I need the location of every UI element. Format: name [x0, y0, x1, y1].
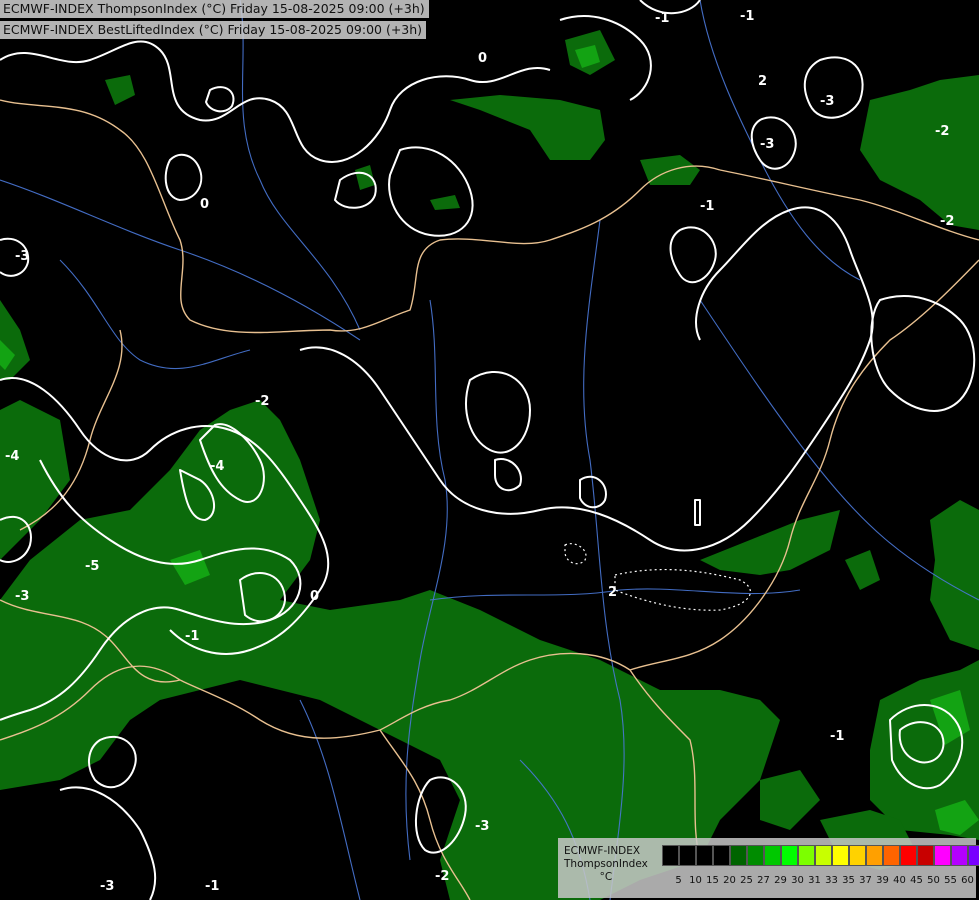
legend-tick-label: 50	[927, 875, 940, 886]
legend-tick-label: 45	[910, 875, 923, 886]
contour-label: -1	[700, 199, 714, 214]
legend-tick-label: 15	[706, 875, 719, 886]
contour-label: 2	[608, 585, 617, 600]
contour-label: -4	[5, 449, 19, 464]
contour-label: -3	[475, 819, 489, 834]
contour-label: -2	[255, 394, 269, 409]
legend-tick-label: 55	[944, 875, 957, 886]
legend-swatch	[883, 845, 900, 866]
legend-tick-label: 25	[740, 875, 753, 886]
legend-title: ECMWF-INDEX ThompsonIndex °C	[564, 845, 648, 884]
contour-label: -1	[740, 9, 754, 24]
legend-tick-label: 20	[723, 875, 736, 886]
contour-label: -3	[760, 137, 774, 152]
contour-label: -1	[185, 629, 199, 644]
legend-tick-label: 35	[842, 875, 855, 886]
contour-label: 2	[758, 74, 767, 89]
legend-swatch	[713, 845, 730, 866]
legend-tick-label: 10	[689, 875, 702, 886]
legend-tick-label: 5	[675, 875, 682, 886]
legend-tick-label: 31	[808, 875, 821, 886]
legend-swatch	[900, 845, 917, 866]
legend-swatch	[730, 845, 747, 866]
legend-tick-label: 29	[774, 875, 787, 886]
contour-label: -4	[210, 459, 224, 474]
contour-label: -1	[830, 729, 844, 744]
legend-tick-label: 39	[876, 875, 889, 886]
legend-swatch	[917, 845, 934, 866]
contour-label: 0	[200, 197, 209, 212]
contour-label: -2	[940, 214, 954, 229]
legend-title-line1: ECMWF-INDEX	[564, 845, 641, 857]
legend-tick-label: 30	[791, 875, 804, 886]
title-thompson-index: ECMWF-INDEX ThompsonIndex (°C) Friday 15…	[0, 0, 429, 18]
legend-swatches	[662, 845, 979, 866]
legend-swatch	[866, 845, 883, 866]
legend-swatch	[968, 845, 979, 866]
weather-map: -1 0 -3 -2 -4 -5 2 -1 0 -3 -2 -3 -1 -4 -…	[0, 0, 979, 900]
legend-swatch	[849, 845, 866, 866]
legend-tick-label: 27	[757, 875, 770, 886]
legend-swatch	[747, 845, 764, 866]
contour-label: -3	[15, 249, 29, 264]
legend-title-line2: ThompsonIndex	[564, 858, 648, 870]
contour-label: -1	[205, 879, 219, 894]
legend-swatch	[934, 845, 951, 866]
contour-label: -3	[100, 879, 114, 894]
map-viewer: -1 0 -3 -2 -4 -5 2 -1 0 -3 -2 -3 -1 -4 -…	[0, 0, 979, 900]
contour-label: -1	[655, 11, 669, 26]
legend-swatch	[798, 845, 815, 866]
legend-unit: °C	[599, 871, 613, 883]
legend-swatch	[662, 845, 679, 866]
legend-ticks: 5 10 15 20 25 27 29 30 31 33 35 37 39 40 45 50 55 60	[662, 875, 976, 886]
contour-label: 0	[478, 51, 487, 66]
title-best-lifted-index: ECMWF-INDEX BestLiftedIndex (°C) Friday …	[0, 21, 427, 39]
legend-tick-label: 33	[825, 875, 838, 886]
contour-label: -3	[15, 589, 29, 604]
legend-swatch	[781, 845, 798, 866]
contour-label: 0	[310, 589, 319, 604]
legend-tick-label: 37	[859, 875, 872, 886]
legend-swatch	[764, 845, 781, 866]
contour-label: -2	[435, 869, 449, 884]
contour-label: -2	[935, 124, 949, 139]
legend-swatch	[815, 845, 832, 866]
legend-swatch	[679, 845, 696, 866]
contour-label: -3	[820, 94, 834, 109]
color-legend: ECMWF-INDEX ThompsonIndex °C 5 10 15 20 25 27…	[558, 838, 979, 898]
legend-swatch	[951, 845, 968, 866]
legend-swatch	[832, 845, 849, 866]
legend-tick-label: 60	[961, 875, 974, 886]
legend-tick-label: 40	[893, 875, 906, 886]
contour-label: -5	[85, 559, 99, 574]
legend-swatch	[696, 845, 713, 866]
